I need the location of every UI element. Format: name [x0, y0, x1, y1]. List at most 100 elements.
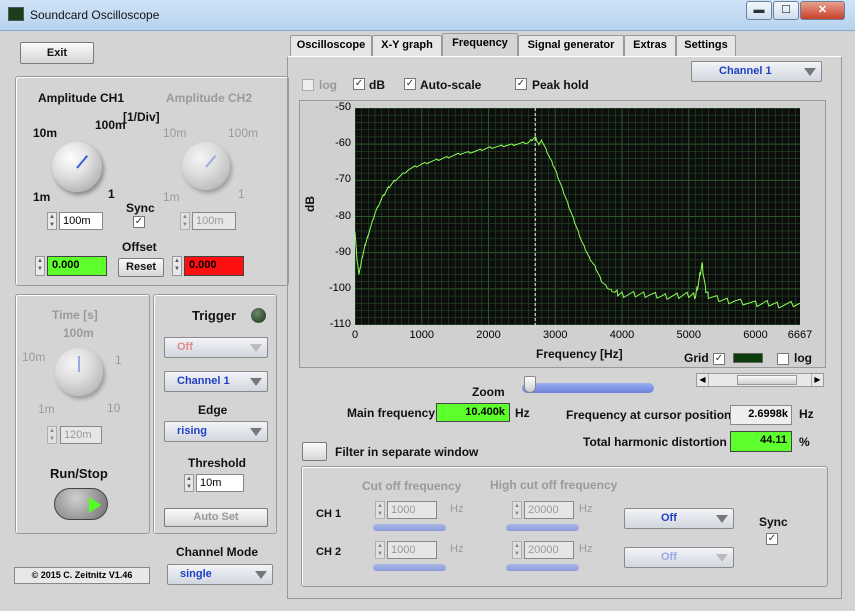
x-tick-label: 3000 — [542, 329, 568, 341]
time-scale-100m: 100m — [63, 326, 94, 340]
tab-frequency[interactable]: Frequency — [442, 33, 518, 56]
scroll-thumb[interactable] — [737, 375, 797, 385]
horizontal-scrollbar[interactable]: ◀ ▶ — [696, 373, 824, 387]
ch2-scale-1: 1 — [238, 187, 245, 201]
ch1-filter-mode-dropdown[interactable]: Off — [624, 508, 734, 529]
minimize-button[interactable]: ▬ — [746, 1, 772, 20]
chevron-down-icon — [804, 68, 816, 76]
db-label: dB — [369, 78, 385, 92]
ch1-cutoff-slider — [373, 524, 446, 531]
thd-value: 44.11 — [730, 431, 792, 452]
ch2-cutoff-unit: Hz — [450, 543, 464, 555]
main-frequency-unit: Hz — [515, 406, 530, 420]
y-tick-label: -80 — [335, 209, 351, 222]
ch1-amplitude-spinner[interactable]: ▲ ▼ — [47, 212, 57, 230]
grid-checkbox[interactable]: ✓ — [713, 353, 725, 365]
time-scale-10m: 10m — [22, 350, 46, 364]
ch1-offset-spinner[interactable]: ▲ ▼ — [35, 256, 45, 276]
ch1-offset-value[interactable]: 0.000 — [47, 256, 107, 276]
sync-label: Sync — [126, 201, 155, 215]
ch2-offset-value[interactable]: 0.000 — [184, 256, 244, 276]
exit-button[interactable]: Exit — [20, 42, 94, 64]
ch1-highcut-input: 20000 — [524, 501, 574, 519]
run-stop-label: Run/Stop — [50, 466, 108, 481]
ch1-filter-mode-value: Off — [661, 512, 677, 524]
chevron-down-icon — [250, 378, 262, 386]
y-tick-label: -60 — [335, 137, 351, 150]
ch1-scale-10m: 10m — [33, 126, 58, 140]
close-button[interactable]: ✕ — [800, 1, 845, 20]
log-checkbox — [302, 79, 314, 91]
tab-xy-graph[interactable]: X-Y graph — [372, 35, 442, 56]
tab-settings[interactable]: Settings — [676, 35, 736, 56]
time-label: Time [s] — [52, 308, 98, 322]
threshold-spinner[interactable]: ▲ ▼ — [184, 474, 194, 492]
ch1-scale-1: 1 — [108, 187, 115, 201]
high-cutoff-frequency-label: High cut off frequency — [490, 478, 618, 492]
copyright-label: © 2015 C. Zeitnitz V1.46 — [14, 567, 150, 584]
ch1-filter-label: CH 1 — [316, 508, 342, 520]
ch2-highcut-input: 20000 — [524, 541, 574, 559]
ch1-cutoff-unit: Hz — [450, 503, 464, 515]
ch2-amplitude-spinner: ▲ ▼ — [180, 212, 190, 230]
scroll-right-icon[interactable]: ▶ — [811, 374, 823, 386]
edge-label: Edge — [198, 403, 228, 417]
sync-checkbox[interactable]: ✓ — [133, 216, 145, 228]
reset-offset-button[interactable]: Reset — [118, 258, 164, 277]
grid-label: Grid — [684, 351, 709, 365]
chevron-down-icon — [255, 571, 267, 579]
amplitude-ch1-label: Amplitude CH1 — [38, 91, 125, 105]
auto-set-button: Auto Set — [164, 508, 268, 527]
peakhold-label: Peak hold — [532, 78, 589, 92]
zoom-slider[interactable] — [522, 383, 654, 393]
channel-select-dropdown[interactable]: Channel 1 — [691, 61, 822, 82]
cursor-frequency-value: 2.6998k — [730, 405, 792, 425]
edge-dropdown[interactable]: rising — [164, 421, 268, 442]
trigger-channel-value: Channel 1 — [177, 375, 230, 387]
autoscale-label: Auto-scale — [420, 78, 482, 92]
ch2-filter-label: CH 2 — [316, 546, 342, 558]
filter-sync-checkbox[interactable]: ✓ — [766, 533, 778, 545]
x-tick-label: 4000 — [609, 329, 635, 341]
log-label: log — [319, 78, 337, 92]
threshold-input[interactable]: 10m — [196, 474, 244, 492]
db-checkbox[interactable]: ✓ — [353, 78, 365, 90]
amplitude-ch2-knob — [182, 142, 230, 190]
ch2-cutoff-input: 1000 — [387, 541, 437, 559]
filter-sync-label: Sync — [759, 515, 788, 529]
chart-plot-area[interactable] — [355, 108, 800, 325]
cursor-frequency-unit: Hz — [799, 407, 814, 421]
zoom-slider-thumb[interactable] — [524, 376, 536, 393]
tab-extras[interactable]: Extras — [624, 35, 676, 56]
tab-signal-generator[interactable]: Signal generator — [518, 35, 624, 56]
time-scale-10: 10 — [107, 401, 121, 415]
frequency-chart — [355, 108, 800, 325]
tab-oscilloscope[interactable]: Oscilloscope — [290, 35, 372, 56]
trigger-mode-dropdown: Off — [164, 337, 268, 358]
trigger-channel-dropdown[interactable]: Channel 1 — [164, 371, 268, 392]
peakhold-checkbox[interactable]: ✓ — [515, 78, 527, 90]
maximize-button[interactable]: ☐ — [773, 1, 799, 20]
chevron-down-icon — [250, 428, 262, 436]
filter-window-label: Filter in separate window — [335, 445, 479, 459]
filter-window-toggle[interactable] — [302, 442, 327, 461]
ch1-amplitude-input[interactable]: 100m — [59, 212, 103, 230]
window-title: Soundcard Oscilloscope — [30, 8, 160, 22]
amplitude-ch1-knob[interactable] — [52, 142, 102, 192]
grid-color-swatch[interactable] — [733, 353, 763, 363]
amplitude-unit-label: [1/Div] — [123, 110, 160, 124]
cutoff-frequency-label: Cut off frequency — [362, 479, 462, 493]
autoscale-checkbox[interactable]: ✓ — [404, 78, 416, 90]
scroll-left-icon[interactable]: ◀ — [697, 374, 709, 386]
log-x-checkbox[interactable] — [777, 353, 789, 365]
ch2-offset-spinner[interactable]: ▲ ▼ — [172, 256, 182, 276]
time-spinner: ▲ ▼ — [47, 426, 57, 444]
x-tick-label: 6000 — [743, 329, 768, 341]
channel-mode-dropdown[interactable]: single — [167, 564, 273, 585]
x-tick-label: 6667 — [787, 329, 813, 341]
x-tick-label: 2000 — [476, 329, 501, 341]
thd-unit: % — [799, 435, 810, 449]
run-stop-button[interactable] — [54, 488, 108, 520]
main-frequency-label: Main frequency — [347, 406, 436, 420]
ch1-scale-100m: 100m — [95, 118, 126, 132]
